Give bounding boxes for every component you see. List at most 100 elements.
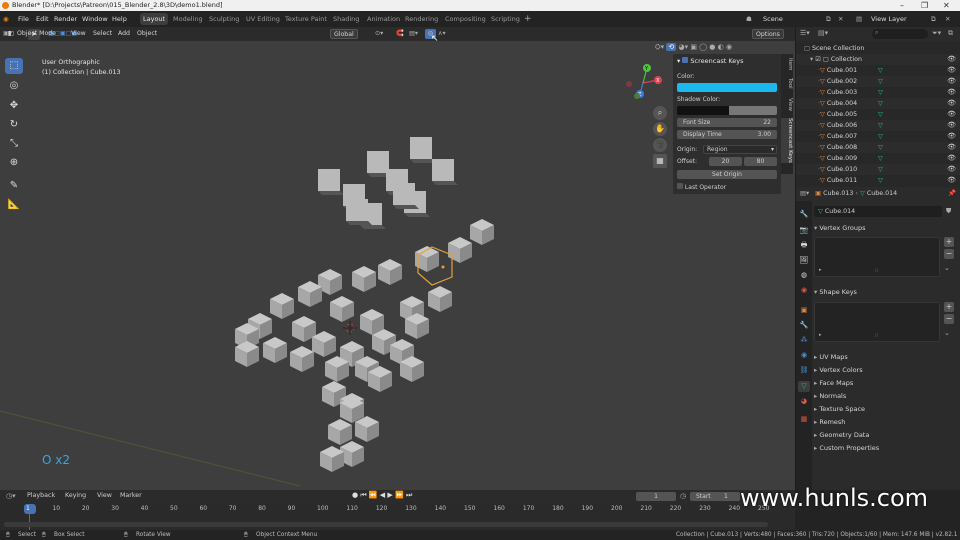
eye-icon[interactable]: 👁 xyxy=(947,142,956,153)
vertex-group-menu-icon[interactable]: ⌄ xyxy=(944,264,950,272)
section-normals[interactable]: ▸ Normals xyxy=(814,392,846,400)
snap-target-icon[interactable]: ▤▾ xyxy=(409,29,418,39)
pivot-icon[interactable]: ⊙▾ xyxy=(375,29,383,39)
eye-icon[interactable]: 👁 xyxy=(947,87,956,98)
view-layer-name[interactable]: View Layer xyxy=(871,11,907,27)
add-workspace-icon[interactable]: + xyxy=(524,11,532,27)
font-size-field[interactable]: Font Size 22 xyxy=(677,118,777,127)
tab-uv-editing[interactable]: UV Editing xyxy=(243,13,283,25)
snap-icon[interactable]: 🧲 xyxy=(396,29,404,39)
expand-icon[interactable]: ▾ xyxy=(810,56,813,63)
falloff-icon[interactable]: ∧▾ xyxy=(438,29,446,39)
timeline-menu-marker[interactable]: Marker xyxy=(120,492,142,499)
eye-icon[interactable]: 👁 xyxy=(947,153,956,164)
tab-view[interactable]: View xyxy=(781,98,793,111)
remove-vertex-group-button[interactable]: − xyxy=(944,249,954,259)
delete-scene-icon[interactable]: ✕ xyxy=(838,11,843,27)
maximize-button[interactable]: ❐ xyxy=(921,0,928,11)
remove-shape-key-button[interactable]: − xyxy=(944,314,954,324)
section-custom-properties[interactable]: ▸ Custom Properties xyxy=(814,444,879,452)
display-time-field[interactable]: Display Time 3.00 xyxy=(677,130,777,139)
eye-icon[interactable]: 👁 xyxy=(947,98,956,109)
texture-tab-icon[interactable]: ▦ xyxy=(798,414,810,425)
scale-tool-icon[interactable]: ⤡ xyxy=(5,136,23,152)
zoom-icon[interactable]: ⌕ xyxy=(653,106,667,120)
menu-render[interactable]: Render xyxy=(54,11,77,27)
color-swatch[interactable] xyxy=(677,83,777,92)
preview-range-icon[interactable]: ◷ xyxy=(680,492,686,500)
tab-item[interactable]: Item xyxy=(781,58,793,71)
delete-view-layer-icon[interactable]: ✕ xyxy=(945,11,950,27)
timeline-scrollbar[interactable] xyxy=(4,522,768,527)
tab-scripting[interactable]: Scripting xyxy=(488,13,523,25)
viewport-menu-view[interactable]: View xyxy=(71,29,86,39)
tab-texture-paint[interactable]: Texture Paint xyxy=(282,13,330,25)
rendered-shading-icon[interactable]: ◉ xyxy=(726,43,732,51)
output-tab-icon[interactable]: 🖶 xyxy=(798,240,810,251)
tab-rendering[interactable]: Rendering xyxy=(402,13,441,25)
overlay-icon[interactable]: ◕▾ xyxy=(678,43,688,51)
section-uv-maps[interactable]: ▸ UV Maps xyxy=(814,353,848,361)
timeline-menu-keying[interactable]: Keying xyxy=(65,492,86,499)
options-dropdown[interactable]: Options xyxy=(752,29,784,39)
tab-compositing[interactable]: Compositing xyxy=(442,13,489,25)
close-button[interactable]: ✕ xyxy=(943,0,950,11)
scene-tab-icon[interactable]: ◍ xyxy=(798,270,810,281)
tab-tool[interactable]: Tool xyxy=(781,78,793,89)
outliner-search-input[interactable]: ⌕ xyxy=(872,29,928,39)
outliner-object-row[interactable]: ·▽ Cube.010 ▽ 👁 xyxy=(796,164,960,175)
outliner-object-row[interactable]: ·▽ Cube.009 ▽ 👁 xyxy=(796,153,960,164)
minimize-button[interactable]: – xyxy=(900,0,904,11)
camera-icon[interactable]: 🎥 xyxy=(653,138,667,152)
collection-row[interactable]: ▾ ☑ ▢ Collection 👁 xyxy=(796,54,960,65)
outliner-object-row[interactable]: ·▽ Cube.006 ▽ 👁 xyxy=(796,120,960,131)
transform-tool-icon[interactable]: ⊕ xyxy=(5,155,23,171)
new-scene-icon[interactable]: ⧉ xyxy=(826,11,831,27)
eye-icon[interactable]: 👁 xyxy=(947,131,956,142)
outliner-object-row[interactable]: ·▽ Cube.002 ▽ 👁 xyxy=(796,76,960,87)
properties-editor-icon[interactable]: ▤▾ xyxy=(800,190,809,197)
menu-window[interactable]: Window xyxy=(82,11,108,27)
outliner-object-row[interactable]: ·▽ Cube.001 ▽ 👁 xyxy=(796,65,960,76)
view-layer-tab-icon[interactable]: 🖼 xyxy=(798,255,810,266)
section-vertex-groups[interactable]: ▾ Vertex Groups xyxy=(814,224,865,232)
viewport-menu-object[interactable]: Object xyxy=(137,29,157,39)
outliner-object-row[interactable]: ·▽ Cube.008 ▽ 👁 xyxy=(796,142,960,153)
viewport-menu-add[interactable]: Add xyxy=(118,29,130,39)
new-view-layer-icon[interactable]: ⧉ xyxy=(931,11,936,27)
mesh-data-tab-icon[interactable]: ▽ xyxy=(798,381,810,392)
menu-edit[interactable]: Edit xyxy=(36,11,49,27)
render-tab-icon[interactable]: 📷 xyxy=(798,225,810,236)
material-tab-icon[interactable]: ◕ xyxy=(798,396,810,407)
pin-icon[interactable]: 📌 xyxy=(948,187,956,201)
panel-header[interactable]: ▾ Screencast Keys xyxy=(677,57,744,65)
eye-icon[interactable]: 👁 xyxy=(947,76,956,87)
menu-file[interactable]: File xyxy=(18,11,29,27)
vertex-groups-list[interactable]: ▸ ⁞⁞ xyxy=(814,237,940,277)
material-shading-icon[interactable]: ◐ xyxy=(718,43,724,51)
tab-animation[interactable]: Animation xyxy=(364,13,403,25)
blender-menu-icon[interactable]: ◉ xyxy=(3,11,9,27)
section-vertex-colors[interactable]: ▸ Vertex Colors xyxy=(814,366,863,374)
section-remesh[interactable]: ▸ Remesh xyxy=(814,418,845,426)
tab-shading[interactable]: Shading xyxy=(330,13,362,25)
mode-selector[interactable]: Object Mode xyxy=(17,29,56,39)
menu-help[interactable]: Help xyxy=(112,11,127,27)
timeline-menu-view[interactable]: View xyxy=(97,492,112,499)
checkbox-icon[interactable]: ☑ xyxy=(815,56,821,63)
wireframe-shading-icon[interactable]: ◯ xyxy=(699,43,707,51)
start-frame-field[interactable]: Start 1 xyxy=(690,492,740,501)
particles-tab-icon[interactable]: ⁂ xyxy=(798,335,810,346)
timeline-editor-icon[interactable]: ◷▾ xyxy=(6,492,16,500)
timeline-ruler[interactable]: 1 10 20 30 40 50 60 70 80 90 100 110 120 130 140 150 160… xyxy=(0,503,795,530)
eye-icon[interactable]: 👁 xyxy=(947,109,956,120)
eye-icon[interactable]: 👁 xyxy=(947,175,956,186)
outliner-object-row[interactable]: ·▽ Cube.011 ▽ 👁 xyxy=(796,175,960,186)
gizmo-toggle-icon[interactable]: ⟲ xyxy=(666,43,677,51)
eye-icon[interactable]: 👁 xyxy=(947,54,956,65)
xray-icon[interactable]: ▣ xyxy=(690,43,697,51)
section-shape-keys[interactable]: ▾ Shape Keys xyxy=(814,288,857,296)
playback-controls[interactable]: ● ⏮ ⏪ ◀ ▶ ⏩ ⏭ xyxy=(352,491,412,500)
last-operator-checkbox[interactable] xyxy=(677,183,683,189)
viewport-menu-select[interactable]: Select xyxy=(93,29,112,39)
